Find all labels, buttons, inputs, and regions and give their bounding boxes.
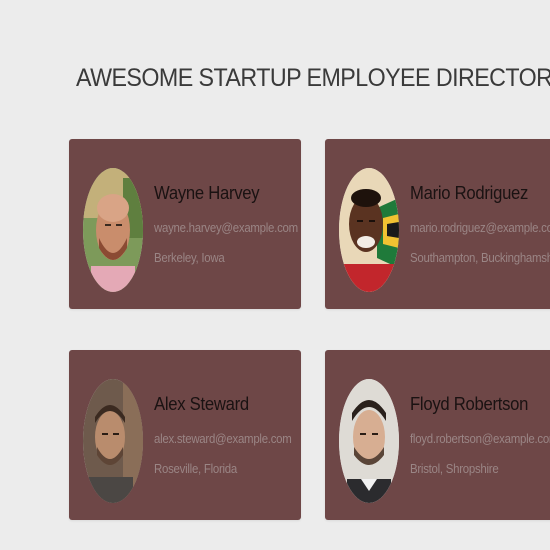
avatar [83, 379, 143, 503]
employee-location: Roseville, Florida [154, 461, 237, 476]
person-photo-icon [339, 168, 399, 292]
employee-location: Southampton, Buckinghamshire [410, 250, 550, 265]
person-photo-icon [83, 379, 143, 503]
person-photo-icon [339, 379, 399, 503]
employee-email: wayne.harvey@example.com [154, 220, 298, 235]
employee-card[interactable]: Alex Steward alex.steward@example.com Ro… [69, 350, 301, 520]
avatar [339, 379, 399, 503]
employee-card[interactable]: Mario Rodriguez mario.rodriguez@example.… [325, 139, 550, 309]
page-title: AWESOME STARTUP EMPLOYEE DIRECTORY [76, 64, 550, 92]
employee-card[interactable]: Floyd Robertson floyd.robertson@example.… [325, 350, 550, 520]
employee-name: Mario Rodriguez [410, 182, 529, 203]
employee-email: floyd.robertson@example.com [410, 431, 550, 446]
avatar [83, 168, 143, 292]
employee-location: Bristol, Shropshire [410, 461, 499, 476]
employee-email: alex.steward@example.com [154, 431, 292, 446]
employee-email: mario.rodriguez@example.com [410, 220, 550, 235]
directory-page: AWESOME STARTUP EMPLOYEE DIRECTORY Wayne… [0, 0, 550, 550]
employee-card[interactable]: Wayne Harvey wayne.harvey@example.com Be… [69, 139, 301, 309]
person-photo-icon [83, 168, 143, 292]
avatar [339, 168, 399, 292]
employee-name: Floyd Robertson [410, 393, 529, 414]
employee-location: Berkeley, Iowa [154, 250, 225, 265]
employee-name: Alex Steward [154, 393, 249, 414]
employee-name: Wayne Harvey [154, 182, 260, 203]
